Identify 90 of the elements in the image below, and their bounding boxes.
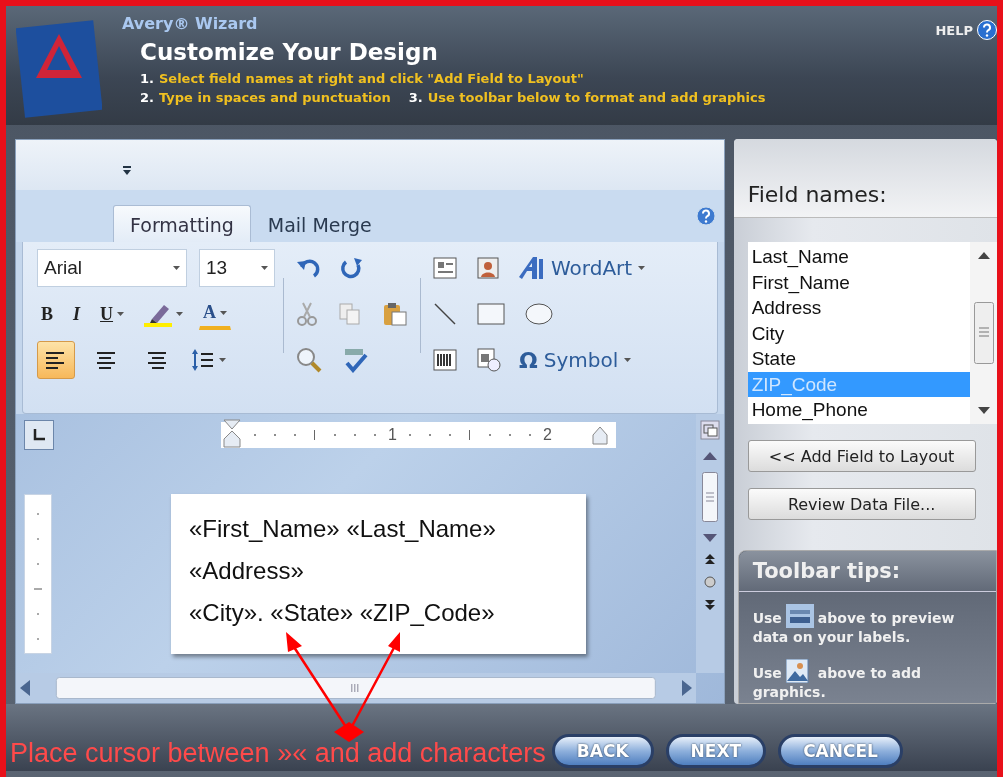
redo-icon: [340, 256, 364, 280]
field-list[interactable]: Last_Name First_Name Address City State ZIP_Code Home_Phone: [747, 242, 997, 424]
ruler-number: 2: [541, 426, 553, 444]
barcode-icon: [433, 349, 457, 371]
spell-check-icon: [342, 347, 368, 373]
line-icon: [433, 302, 457, 326]
search-icon: [296, 347, 322, 373]
indent-marker-icon[interactable]: [592, 426, 608, 446]
field-list-item[interactable]: Home_Phone: [747, 397, 970, 423]
tip-text: Use: [752, 609, 782, 628]
field-names-heading: Field names:: [733, 139, 997, 218]
label-text-line[interactable]: «Address»: [189, 550, 568, 592]
oval-icon: [525, 303, 553, 325]
step-number: 3.: [408, 89, 423, 107]
label-text-line[interactable]: «City». «State» «ZIP_Code»: [189, 592, 568, 634]
tab-stop-icon: [33, 429, 45, 441]
label-text-line[interactable]: «First_Name» «Last_Name»: [189, 508, 568, 550]
scroll-up-icon[interactable]: [977, 252, 990, 259]
tab-stop-button[interactable]: [24, 420, 54, 450]
caret-icon: [220, 310, 228, 315]
ruler-number: 1: [387, 426, 398, 444]
ribbon-tab[interactable]: Formatting: [113, 205, 251, 242]
font-size-dropdown[interactable]: 13: [199, 249, 275, 287]
undo-icon: [296, 256, 320, 280]
caret-icon: [117, 312, 125, 316]
previous-page-icon[interactable]: [704, 554, 715, 564]
scroll-left-icon[interactable]: [20, 680, 30, 696]
caret-icon: [219, 358, 226, 362]
line-spacing-icon: [191, 348, 215, 372]
scroll-down-icon[interactable]: [702, 534, 717, 542]
align-left-button[interactable]: [37, 341, 75, 379]
browse-object-icon[interactable]: [703, 576, 716, 588]
bold-button[interactable]: B: [37, 299, 57, 329]
scroll-down-icon[interactable]: [977, 407, 990, 414]
italic-button[interactable]: I: [69, 299, 85, 329]
review-data-button[interactable]: Review Data File...: [747, 488, 976, 520]
customize-toolbar-icon[interactable]: [122, 166, 132, 176]
caret-icon: [624, 358, 632, 362]
view-toggle-icon[interactable]: [699, 420, 720, 440]
step-text: Type in spaces and punctuation: [159, 89, 391, 107]
text-box-icon: [433, 257, 457, 279]
help-icon[interactable]: [695, 206, 716, 226]
field-list-item[interactable]: State: [747, 346, 970, 372]
copy-icon: [338, 302, 362, 326]
tip-text: above to preview: [817, 609, 955, 628]
align-right-icon: [146, 350, 166, 370]
font-dropdown[interactable]: Arial: [37, 249, 187, 287]
indent-marker-icon[interactable]: [223, 419, 241, 449]
caret-icon: [261, 266, 268, 270]
tips-heading: Toolbar tips:: [738, 551, 996, 592]
vertical-scrollbar[interactable]: [695, 414, 724, 673]
align-left-icon: [46, 350, 66, 370]
step-text: Select field names at right and click "Add Field to Layout": [159, 70, 584, 88]
field-list-item[interactable]: City: [747, 320, 970, 346]
wordart-button[interactable]: WordArt: [515, 253, 648, 283]
font-color-button[interactable]: A: [199, 298, 232, 330]
step-number: 1.: [140, 70, 154, 88]
scroll-thumb-icon[interactable]: [701, 472, 718, 522]
ribbon-tab[interactable]: Mail Merge: [250, 205, 389, 242]
tip-text: Use: [752, 664, 782, 683]
paste-icon: [382, 301, 408, 327]
step-text: Use toolbar below to format and add graphics: [427, 89, 766, 107]
tip-text: graphics.: [752, 683, 827, 702]
wizard-name: Avery® Wizard: [122, 14, 259, 33]
tip-text: data on your labels.: [752, 628, 912, 647]
caret-icon: [176, 312, 184, 316]
page-title: Customize Your Design: [140, 39, 439, 65]
wordart-icon: [517, 255, 545, 281]
caret-icon: [638, 266, 646, 270]
caret-icon: [173, 266, 180, 270]
scroll-right-icon[interactable]: [681, 680, 692, 696]
picture-icon: [477, 257, 499, 279]
symbol-button[interactable]: Ω Symbol: [517, 345, 634, 375]
scroll-thumb-icon[interactable]: [973, 302, 994, 364]
rectangle-icon: [477, 303, 505, 325]
scissors-icon: [296, 301, 318, 327]
preview-icon: [785, 604, 814, 628]
field-list-item[interactable]: First_Name: [747, 269, 970, 295]
annotation-text: Place cursor between »« and add characters: [10, 738, 546, 768]
underline-button[interactable]: U: [96, 299, 129, 329]
date-time-icon: [477, 348, 501, 372]
scroll-up-icon[interactable]: [702, 452, 717, 460]
tip-text: above to add: [817, 664, 922, 683]
add-field-button[interactable]: << Add Field to Layout: [747, 440, 976, 472]
field-list-item[interactable]: Last_Name: [747, 244, 970, 270]
help-link[interactable]: HELP: [935, 22, 973, 38]
field-list-item[interactable]: Address: [747, 295, 970, 321]
step-number: 2.: [140, 89, 154, 107]
next-page-icon[interactable]: [704, 600, 715, 610]
align-center-icon: [96, 350, 116, 370]
